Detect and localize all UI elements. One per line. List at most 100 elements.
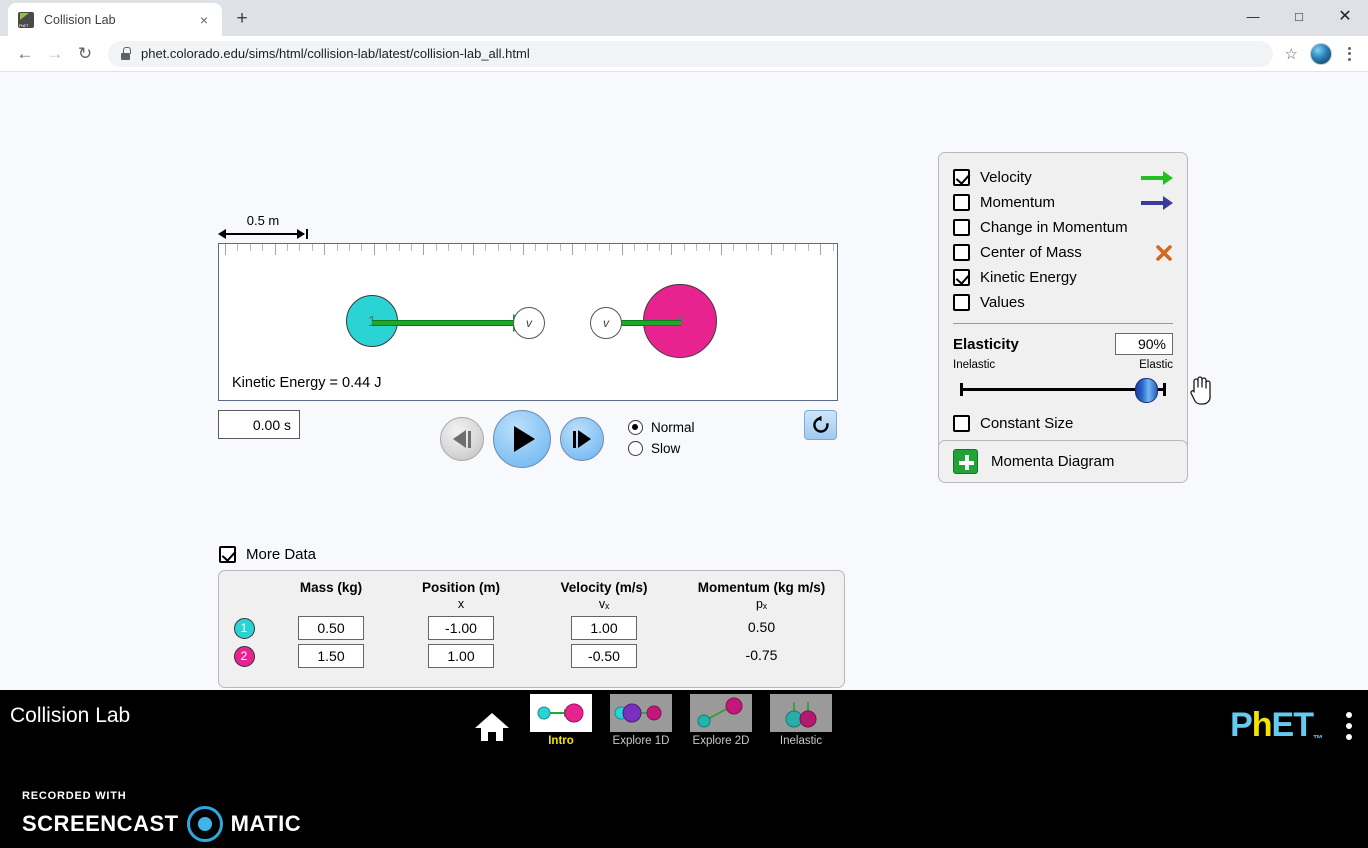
nav-thumb-intro bbox=[530, 694, 592, 732]
table-header-row: Mass (kg) Position (m) Velocity (m/s) Mo… bbox=[219, 571, 844, 596]
row-2-velocity-input[interactable]: -0.50 bbox=[571, 644, 637, 668]
ball-1-v-label: v bbox=[526, 316, 532, 330]
play-icon bbox=[514, 426, 535, 452]
checkbox-row-momentum[interactable]: Momentum bbox=[953, 190, 1173, 215]
restart-button[interactable] bbox=[804, 410, 837, 440]
phet-menu-icon[interactable] bbox=[1346, 712, 1352, 740]
scale-bar-cap bbox=[306, 229, 308, 239]
elasticity-end-labels: Inelastic Elastic bbox=[953, 359, 1173, 371]
checkbox-row-kinetic-energy[interactable]: Kinetic Energy bbox=[953, 265, 1173, 290]
back-icon[interactable]: ← bbox=[10, 39, 40, 69]
play-button[interactable] bbox=[493, 410, 551, 468]
checkbox-more-data-icon bbox=[219, 546, 236, 563]
watermark-dot-icon bbox=[186, 806, 223, 842]
ball-2-velocity-handle[interactable]: v bbox=[590, 307, 622, 339]
address-bar[interactable]: phet.colorado.edu/sims/html/collision-la… bbox=[108, 40, 1273, 67]
browser-tab[interactable]: Collision Lab × bbox=[8, 3, 222, 36]
close-tab-icon[interactable]: × bbox=[196, 12, 212, 28]
elasticity-min-label: Inelastic bbox=[953, 359, 996, 371]
nav-item-explore-1d[interactable]: Explore 1D bbox=[608, 694, 674, 747]
scale-bar-line bbox=[218, 229, 308, 239]
phet-logo[interactable]: P h ET ™ bbox=[1230, 706, 1323, 745]
maximize-button[interactable]: □ bbox=[1276, 0, 1322, 32]
scale-arrow-right-icon bbox=[297, 229, 305, 239]
close-window-button[interactable]: ✕ bbox=[1322, 0, 1368, 32]
speed-option-normal[interactable]: Normal bbox=[628, 420, 695, 435]
data-table-card: Mass (kg) Position (m) Velocity (m/s) Mo… bbox=[218, 570, 845, 688]
checkbox-row-center-of-mass[interactable]: Center of Mass bbox=[953, 240, 1173, 265]
bookmark-star-icon[interactable]: ☆ bbox=[1285, 45, 1298, 63]
checkbox-row-values[interactable]: Values bbox=[953, 290, 1173, 315]
nav-item-inelastic[interactable]: Inelastic bbox=[768, 694, 834, 747]
restart-icon bbox=[812, 415, 829, 433]
elasticity-slider-thumb[interactable] bbox=[1135, 378, 1159, 403]
more-data-checkbox-row[interactable]: More Data bbox=[219, 546, 316, 563]
minimize-button[interactable]: — bbox=[1230, 0, 1276, 32]
nav-caption-inelastic: Inelastic bbox=[779, 735, 823, 747]
new-tab-button[interactable]: + bbox=[228, 5, 256, 33]
nav-item-intro[interactable]: Intro bbox=[528, 694, 594, 747]
radio-slow-icon bbox=[628, 441, 643, 456]
nav-item-explore-2d[interactable]: Explore 2D bbox=[688, 694, 754, 747]
row-2-position-input[interactable]: 1.00 bbox=[428, 644, 494, 668]
data-table: Mass (kg) Position (m) Velocity (m/s) Mo… bbox=[219, 571, 844, 670]
phet-logo-tm: ™ bbox=[1313, 734, 1323, 745]
checkbox-change-in-momentum-icon bbox=[953, 219, 970, 236]
row-1-mass-input[interactable]: 0.50 bbox=[298, 616, 364, 640]
row-1-position-input[interactable]: -1.00 bbox=[428, 616, 494, 640]
radio-normal-icon bbox=[628, 420, 643, 435]
elasticity-slider[interactable] bbox=[953, 375, 1173, 405]
momenta-diagram-panel[interactable]: Momenta Diagram bbox=[938, 440, 1188, 483]
checkbox-kinetic-energy-label: Kinetic Energy bbox=[980, 269, 1077, 286]
more-data-label: More Data bbox=[246, 546, 317, 563]
scale-arrow-left-icon bbox=[218, 229, 226, 239]
forward-icon[interactable]: → bbox=[40, 39, 70, 69]
checkbox-row-constant-size[interactable]: Constant Size bbox=[953, 411, 1173, 436]
speed-normal-label: Normal bbox=[651, 420, 695, 435]
home-button[interactable] bbox=[470, 704, 514, 750]
expand-plus-icon[interactable] bbox=[953, 449, 978, 474]
ball-1-velocity-handle[interactable]: v bbox=[513, 307, 545, 339]
speed-radio-group: Normal Slow bbox=[628, 420, 695, 462]
row-1-velocity-input[interactable]: 1.00 bbox=[571, 616, 637, 640]
checkbox-row-change-in-momentum[interactable]: Change in Momentum bbox=[953, 215, 1173, 240]
center-of-mass-x-icon bbox=[1155, 244, 1173, 262]
checkbox-velocity-icon bbox=[953, 169, 970, 186]
home-icon bbox=[475, 713, 509, 741]
momentum-vector-legend-icon bbox=[1141, 195, 1173, 210]
hand-cursor-icon bbox=[1190, 376, 1211, 405]
step-backward-icon bbox=[453, 430, 471, 448]
reload-icon[interactable]: ↻ bbox=[70, 39, 100, 69]
ruler-ticks bbox=[219, 244, 837, 258]
phet-favicon-icon bbox=[18, 11, 34, 28]
play-field[interactable]: 1 v 2 v Kinetic Energy = 0.44 J bbox=[218, 243, 838, 401]
sub-blank bbox=[219, 596, 269, 614]
sim-title: Collision Lab bbox=[10, 704, 131, 727]
row-2-mass-input[interactable]: 1.50 bbox=[298, 644, 364, 668]
sub-position: x bbox=[457, 597, 465, 611]
checkbox-center-of-mass-label: Center of Mass bbox=[980, 244, 1082, 261]
kinetic-energy-readout: Kinetic Energy = 0.44 J bbox=[232, 375, 382, 391]
checkbox-center-of-mass-icon bbox=[953, 244, 970, 261]
step-forward-button[interactable] bbox=[560, 417, 604, 461]
watermark-screencast: SCREENCAST bbox=[22, 811, 179, 836]
ball-1-velocity-vector bbox=[372, 320, 518, 326]
velocity-vector-legend-icon bbox=[1141, 170, 1173, 185]
row-1-momentum-value: 0.50 bbox=[747, 619, 776, 635]
ball-2-v-label: v bbox=[603, 316, 609, 330]
browser-menu-icon[interactable] bbox=[1340, 46, 1358, 61]
speed-option-slow[interactable]: Slow bbox=[628, 441, 695, 456]
ball-2-velocity-vector bbox=[615, 320, 681, 326]
checkbox-row-velocity[interactable]: Velocity bbox=[953, 165, 1173, 190]
profile-avatar[interactable] bbox=[1310, 42, 1332, 65]
table-subheader-row: x vₓ pₓ bbox=[219, 596, 844, 614]
speed-slow-label: Slow bbox=[651, 441, 681, 456]
elasticity-slider-track bbox=[960, 383, 1166, 396]
nav-caption-intro: Intro bbox=[548, 735, 574, 747]
elasticity-max-label: Elastic bbox=[1139, 359, 1173, 371]
screencast-watermark: RECORDED WITH SCREENCAST MATIC bbox=[0, 762, 1368, 848]
sub-velocity: vₓ bbox=[598, 597, 610, 611]
watermark-recorded-with: RECORDED WITH bbox=[22, 790, 127, 802]
step-backward-button[interactable] bbox=[440, 417, 484, 461]
scale-bar: 0.5 m bbox=[218, 213, 308, 239]
